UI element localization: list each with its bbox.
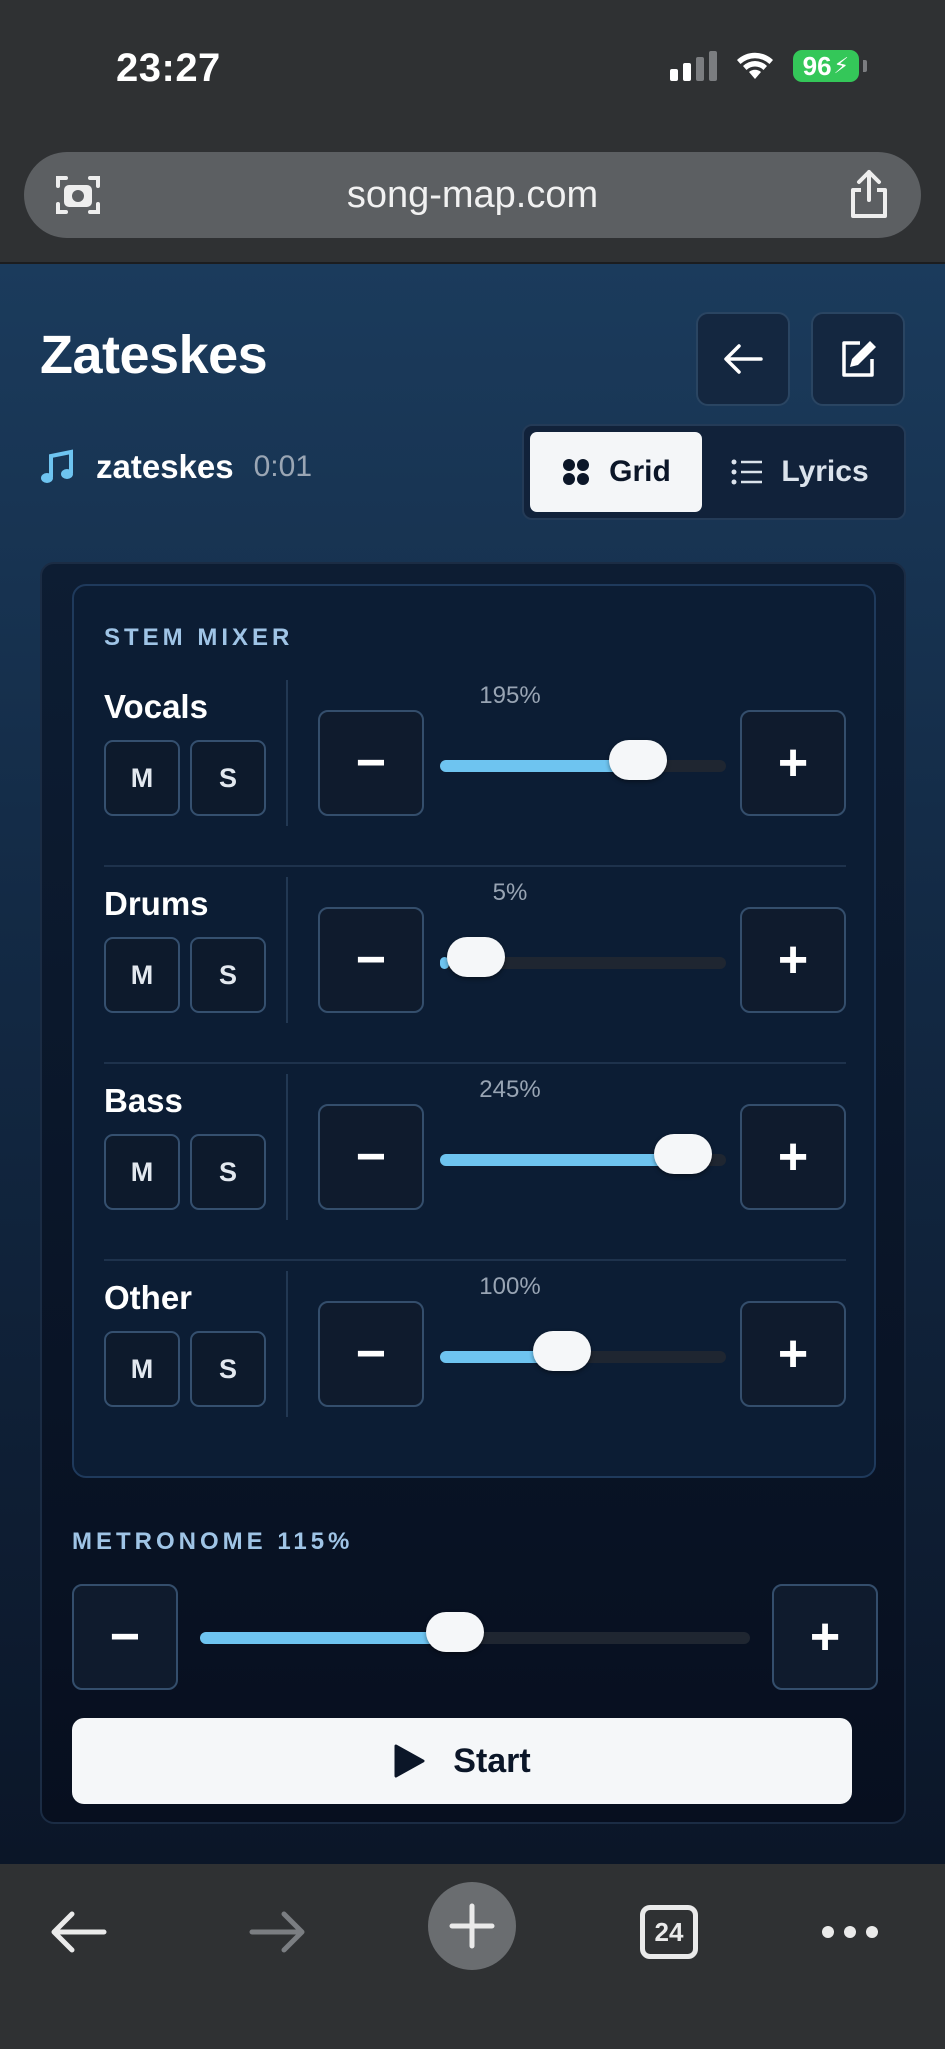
share-icon[interactable] (845, 168, 893, 220)
stem-separator (286, 877, 288, 1023)
battery-icon: 96 ⚡ (792, 50, 859, 82)
start-button[interactable]: Start (72, 1718, 852, 1804)
metronome-slider-thumb[interactable] (426, 1612, 484, 1652)
decrease-button-drums[interactable]: − (318, 907, 424, 1013)
mute-button-other[interactable]: M (104, 1331, 180, 1407)
stem-volume-percent: 5% (492, 879, 528, 906)
edit-icon (842, 341, 876, 377)
stem-row-bass: Bass M S − 245% + (104, 1064, 846, 1261)
stem-separator (286, 680, 288, 826)
stem-mixer-label: STEM MIXER (104, 624, 294, 651)
metronome-slider[interactable] (200, 1612, 750, 1652)
address-bar[interactable]: song-map.com (24, 152, 921, 238)
cellular-signal-icon (669, 51, 717, 81)
status-icons: 96 ⚡ (669, 50, 867, 82)
stem-row-other: Other M S − 100% + (104, 1261, 846, 1458)
more-menu-button[interactable] (820, 1892, 880, 1972)
browser-back-button[interactable] (40, 1892, 116, 1972)
stem-separator (286, 1271, 288, 1417)
browser-toolbar: 24 (0, 1864, 945, 2049)
volume-slider-thumb[interactable] (533, 1331, 591, 1371)
list-icon (731, 459, 763, 485)
wifi-icon (736, 52, 773, 79)
mute-button-drums[interactable]: M (104, 937, 180, 1013)
volume-slider-other[interactable] (440, 1331, 726, 1371)
tab-lyrics-label: Lyrics (781, 455, 869, 488)
volume-slider-drums[interactable] (440, 937, 726, 977)
stem-volume-percent: 195% (479, 682, 541, 709)
stem-row-drums: Drums M S − 5% + (104, 867, 846, 1064)
increase-button-vocals[interactable]: + (740, 710, 846, 816)
decrease-button-other[interactable]: − (318, 1301, 424, 1407)
stem-mixer: STEM MIXER Vocals M S −195% + Drums M S −5% + Bass… (72, 584, 876, 1478)
stem-name: Bass (104, 1082, 183, 1119)
solo-button-vocals[interactable]: S (190, 740, 266, 816)
volume-slider-bass[interactable] (440, 1134, 726, 1174)
back-button[interactable] (696, 312, 790, 406)
status-time: 23:27 (116, 46, 221, 90)
solo-button-drums[interactable]: S (190, 937, 266, 1013)
status-bar: 23:27 96 ⚡ (0, 0, 945, 140)
artist-name: zateskes (96, 448, 234, 485)
stem-volume-percent: 100% (479, 1273, 541, 1300)
browser-forward-button[interactable] (240, 1892, 316, 1972)
camera-search-icon[interactable] (52, 170, 104, 220)
decrease-button-bass[interactable]: − (318, 1104, 424, 1210)
metronome-label: METRONOME 115% (72, 1528, 354, 1555)
tab-grid[interactable]: Grid (530, 432, 702, 512)
increase-button-other[interactable]: + (740, 1301, 846, 1407)
grid-icon (563, 459, 590, 485)
stem-volume-percent: 245% (479, 1076, 541, 1103)
volume-slider-thumb[interactable] (447, 937, 505, 977)
mute-button-vocals[interactable]: M (104, 740, 180, 816)
metronome-increase-button[interactable]: + (772, 1584, 878, 1690)
tab-count: 24 (640, 1905, 698, 1959)
edit-button[interactable] (811, 312, 905, 406)
arrow-right-icon (249, 1911, 305, 1953)
plus-icon (449, 1903, 495, 1949)
tab-grid-label: Grid (609, 455, 671, 488)
new-tab-button[interactable] (428, 1882, 516, 1970)
arrow-left-icon (724, 344, 763, 374)
increase-button-drums[interactable]: + (740, 907, 846, 1013)
music-note-icon (41, 449, 73, 483)
stem-row-vocals: Vocals M S − 195% + (104, 670, 846, 867)
url-text: song-map.com (346, 173, 599, 216)
mute-button-bass[interactable]: M (104, 1134, 180, 1210)
start-button-label: Start (453, 1741, 531, 1780)
stem-name: Drums (104, 885, 209, 922)
volume-slider-thumb[interactable] (609, 740, 667, 780)
player-card: STEM MIXER Vocals M S −195% + Drums M S −5% + Bass… (40, 562, 906, 1824)
solo-button-bass[interactable]: S (190, 1134, 266, 1210)
metronome-slider-fill (200, 1632, 453, 1644)
tabs-button[interactable]: 24 (636, 1892, 702, 1972)
decrease-button-vocals[interactable]: − (318, 710, 424, 816)
page-title: Zateskes (40, 325, 268, 385)
more-icon (822, 1926, 878, 1938)
song-duration: 0:01 (253, 450, 312, 483)
play-icon (394, 1744, 425, 1778)
metronome-decrease-button[interactable]: − (72, 1584, 178, 1690)
stem-name: Vocals (104, 688, 208, 725)
battery-level: 96 (802, 50, 832, 81)
increase-button-bass[interactable]: + (740, 1104, 846, 1210)
stem-separator (286, 1074, 288, 1220)
volume-slider-thumb[interactable] (654, 1134, 712, 1174)
view-toggle: Grid Lyrics (522, 424, 906, 520)
page-content: Zateskes zateskes 0:01 Grid Lyrics STEM … (0, 264, 945, 2049)
tab-lyrics[interactable]: Lyrics (702, 432, 898, 512)
solo-button-other[interactable]: S (190, 1331, 266, 1407)
arrow-left-icon (51, 1911, 107, 1953)
song-meta: zateskes 0:01 (40, 448, 312, 486)
stem-name: Other (104, 1279, 193, 1316)
volume-slider-vocals[interactable] (440, 740, 726, 780)
